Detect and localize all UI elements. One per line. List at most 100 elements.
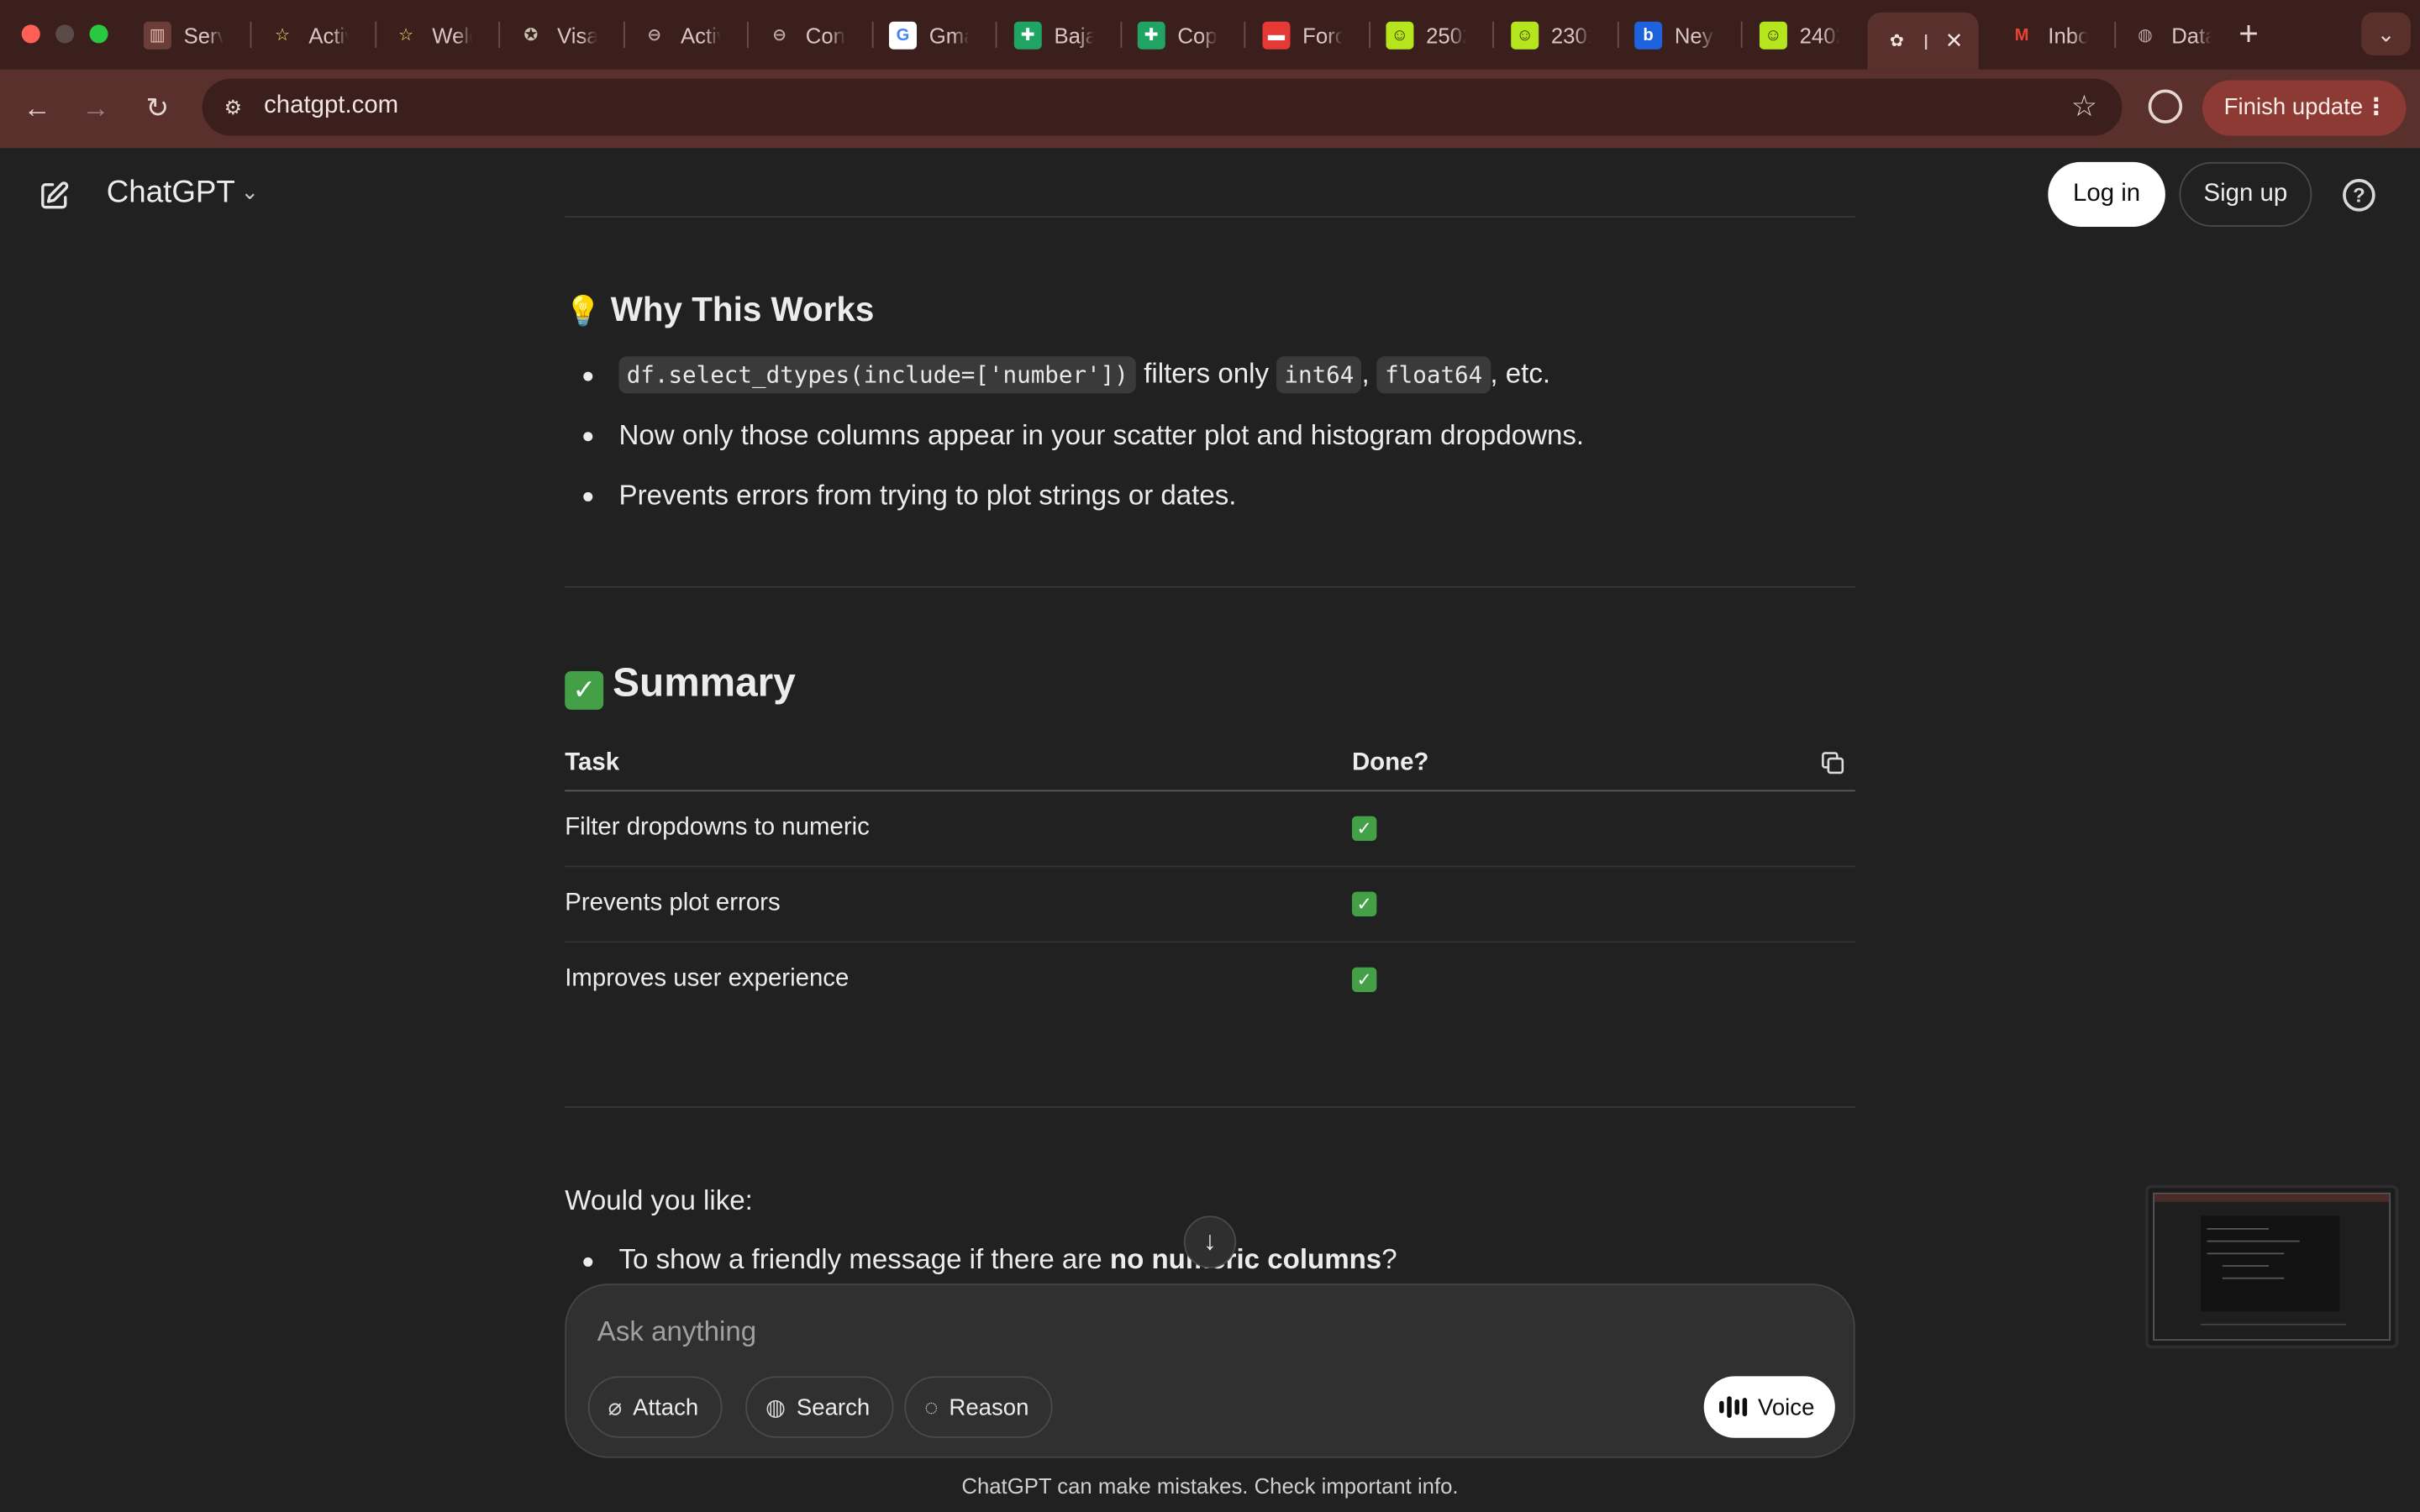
why-title: Why This Works (610, 290, 875, 329)
bullet (583, 491, 593, 501)
sheets-icon: ✚ (1137, 20, 1165, 49)
url-text[interactable]: chatgpt.com (264, 92, 398, 120)
tab-separator (1740, 21, 1743, 48)
check-mark-icon: ✓ (1351, 891, 1377, 916)
inline-code: df.select_dtypes(include=['number']) (618, 356, 1137, 394)
browser-tab[interactable]: ▥ Serv (143, 13, 224, 57)
list-item: df.select_dtypes(include=['number']) fil… (618, 356, 1550, 394)
tab-title: Neyr (1674, 22, 1715, 48)
search-button[interactable]: ◍ Search (745, 1376, 893, 1438)
browser-tab[interactable]: ☆ Welc (392, 13, 472, 57)
smiley-icon: ☺ (1386, 20, 1414, 49)
help-icon[interactable]: ? (2343, 179, 2375, 212)
maximize-window-button[interactable] (89, 24, 108, 44)
paperclip-icon: ⌀ (608, 1394, 623, 1421)
model-selector[interactable]: ChatGPT (107, 176, 235, 211)
smiley-icon: ☺ (1759, 20, 1787, 49)
tab-title: Data (2171, 22, 2212, 48)
tab-separator (995, 21, 997, 48)
box-icon: b (1634, 20, 1663, 49)
list-text: filters only (1136, 358, 1277, 389)
thumbnail-preview (2153, 1192, 2391, 1341)
browser-tab[interactable]: ☺ 2402 (1759, 13, 1839, 57)
browser-tab[interactable]: ✚ Copi (1137, 13, 1218, 57)
prompt-input[interactable] (597, 1315, 1678, 1349)
smiley-icon: ☺ (1511, 20, 1539, 49)
screenshot-thumbnail[interactable] (2145, 1184, 2399, 1349)
star-icon: ☆ (275, 26, 291, 45)
check-mark-icon: ✓ (1351, 816, 1377, 842)
browser-tab[interactable]: ⊖ Conf (765, 13, 845, 57)
seal-icon: ✪ (523, 26, 539, 45)
minimize-window-button[interactable] (55, 24, 75, 44)
browser-tab[interactable]: ✿ I ✕ (1867, 12, 1979, 70)
list-item: Now only those columns appear in your sc… (618, 419, 1585, 451)
tab-separator (1492, 21, 1494, 48)
bullet (583, 1257, 593, 1267)
globe-icon: ◍ (2138, 26, 2153, 45)
browser-tab[interactable]: G Gma (888, 13, 970, 57)
tab-title: I (1923, 28, 1929, 54)
browser-tab[interactable]: M Inbo (2008, 13, 2088, 57)
bullet (583, 432, 593, 442)
browser-tab[interactable]: ✚ Baja (1013, 13, 1094, 57)
screen: ▥ Serv ☆ Activ ☆ Welc ✪ Visas ⊖ Activ ⊖ Conf G Gma ✚ Ba… (0, 0, 2420, 1512)
more-menu-icon[interactable]: ⋮ (2365, 81, 2388, 136)
reason-label: Reason (949, 1394, 1029, 1420)
browser-tab[interactable]: ◍ Data (2131, 13, 2212, 57)
forward-arrow-icon[interactable]: → (76, 88, 116, 129)
voice-button[interactable]: Voice (1703, 1376, 1835, 1438)
link-icon: ⊖ (647, 26, 662, 45)
openai-icon: ✿ (1889, 32, 1904, 51)
follow-up-intro: Would you like: (565, 1184, 753, 1216)
tab-title: Gma (929, 22, 970, 48)
tab-title: Serv (183, 22, 224, 48)
browser-tab[interactable]: ☺ 2301 (1511, 13, 1591, 57)
bullet (583, 371, 593, 381)
thumbnail-line (2207, 1228, 2269, 1230)
tab-separator (1617, 21, 1619, 48)
address-bar[interactable]: ⚙ chatgpt.com ☆ (202, 78, 2123, 136)
browser-tab[interactable]: ▬ Foro (1262, 13, 1343, 57)
list-text: ? (1381, 1243, 1397, 1275)
sign-up-button[interactable]: Sign up (2179, 161, 2312, 227)
bookmark-star-icon[interactable]: ☆ (2071, 90, 2097, 125)
site-settings-icon[interactable]: ⚙ (218, 92, 249, 123)
tab-separator (746, 21, 749, 48)
search-label: Search (796, 1394, 871, 1420)
browser-tab[interactable]: b Neyr (1634, 13, 1715, 57)
browser-tab[interactable]: ✪ Visas (517, 13, 597, 57)
browser-tab[interactable]: ☆ Activ (269, 13, 349, 57)
reason-button[interactable]: ◌ Reason (904, 1376, 1052, 1438)
divider (565, 216, 1855, 218)
back-arrow-icon[interactable]: ← (17, 88, 57, 129)
new-tab-button[interactable]: + (2233, 16, 2265, 50)
attach-button[interactable]: ⌀ Attach (587, 1376, 722, 1438)
browser-tab[interactable]: ☺ 2502 (1386, 13, 1466, 57)
browser-tab[interactable]: ⊖ Activ (640, 13, 720, 57)
tab-separator (1369, 21, 1370, 48)
table-cell-task: Prevents plot errors (565, 890, 781, 916)
inline-code: float64 (1376, 356, 1491, 394)
copy-table-icon[interactable] (1819, 750, 1845, 776)
new-chat-icon[interactable] (37, 179, 71, 213)
reload-icon[interactable]: ↻ (137, 88, 177, 129)
tab-search-button[interactable]: ⌄ (2361, 12, 2411, 56)
tab-title: Foro (1302, 22, 1343, 48)
chevron-down-icon[interactable]: ⌄ (241, 179, 260, 205)
voice-label: Voice (1758, 1394, 1815, 1420)
section-heading-why: 💡 Why This Works (565, 290, 874, 330)
log-in-button[interactable]: Log in (2048, 161, 2165, 227)
finish-update-button[interactable]: Finish update ⋮ (2202, 80, 2407, 136)
tab-title: Welc (432, 22, 472, 48)
profile-icon[interactable] (2148, 89, 2183, 123)
close-window-button[interactable] (21, 24, 40, 44)
column-header-task: Task (565, 749, 620, 776)
section-heading-summary: ✓ Summary (565, 659, 796, 710)
tab-separator (375, 21, 377, 48)
tab-title: Visas (557, 22, 597, 48)
thumbnail-line (2207, 1240, 2300, 1242)
close-tab-icon[interactable]: ✕ (1945, 28, 1964, 54)
scroll-down-arrow-icon[interactable]: ↓ (1183, 1215, 1237, 1268)
table-row-divider (565, 941, 1855, 943)
